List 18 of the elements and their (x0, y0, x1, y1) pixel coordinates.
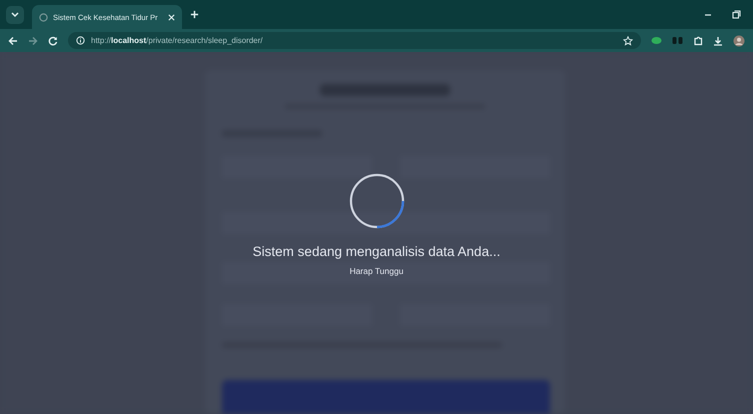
restore-icon[interactable] (732, 10, 741, 19)
reload-button[interactable] (48, 36, 58, 46)
new-tab-icon[interactable] (190, 10, 199, 19)
chevron-down-icon (11, 12, 19, 18)
star-icon[interactable] (623, 36, 633, 46)
globe-icon (39, 12, 48, 22)
info-icon[interactable] (76, 36, 85, 45)
forward-button[interactable] (28, 36, 38, 46)
back-button[interactable] (8, 36, 18, 46)
loading-spinner-icon (348, 172, 406, 230)
tab-menu-button[interactable] (6, 6, 24, 24)
address-bar[interactable]: http://localhost/private/research/sleep_disorder/ (68, 32, 641, 49)
download-icon[interactable] (713, 36, 723, 46)
loading-subtitle: Harap Tunggu (350, 266, 404, 276)
url-text: http://localhost/private/research/sleep_disorder/ (91, 36, 264, 45)
loading-message: Sistem sedang menganalisis data Anda... (252, 244, 500, 259)
close-icon[interactable] (168, 14, 175, 20)
avatar-icon[interactable] (733, 34, 745, 46)
